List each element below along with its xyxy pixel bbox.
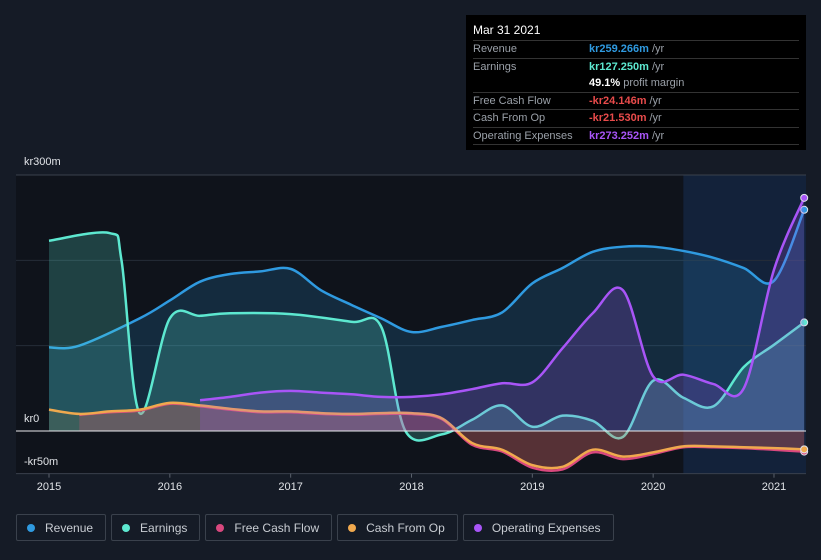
tooltip-value: -kr24.146m [589, 94, 647, 107]
legend-dot-icon [216, 523, 225, 532]
legend-label: Cash From Op [366, 520, 445, 535]
y-tick-label: kr0 [24, 413, 40, 425]
tooltip-unit: profit margin [623, 77, 685, 89]
tooltip-row: Cash From Op -kr21.530m/yr [473, 110, 799, 128]
legend-item-revenue[interactable]: Revenue [16, 514, 107, 541]
tooltip-label: Earnings [473, 60, 517, 73]
legend-item-operating-expenses[interactable]: Operating Expenses [462, 514, 614, 541]
x-tick-label: 2018 [399, 481, 424, 493]
legend-label: Operating Expenses [491, 520, 601, 535]
legend-dot-icon [122, 523, 131, 532]
x-tick-label: 2020 [640, 481, 666, 493]
tooltip-label: Operating Expenses [473, 129, 573, 142]
x-tick-label: 2015 [36, 481, 62, 493]
legend-item-cash-from-op[interactable]: Cash From Op [337, 514, 458, 541]
tooltip-unit: /yr [649, 112, 662, 124]
legend-item-earnings[interactable]: Earnings [111, 514, 201, 541]
tooltip-row: Free Cash Flow -kr24.146m/yr [473, 93, 799, 110]
legend-label: Free Cash Flow [234, 520, 320, 535]
legend-label: Earnings [140, 520, 188, 535]
tooltip-value: kr259.266m [589, 43, 649, 55]
cash-from-op-end-marker [800, 445, 809, 454]
tooltip-row: Operating Expenses kr273.252m/yr [473, 128, 799, 145]
tooltip-date: Mar 31 2021 [473, 23, 799, 41]
x-tick-label: 2016 [157, 481, 183, 493]
tooltip-row: Revenue kr259.266m/yr [473, 41, 799, 59]
tooltip-value: kr127.250m [589, 60, 649, 73]
tooltip-unit: /yr [649, 94, 662, 107]
legend-dot-icon [473, 523, 482, 532]
x-tick-label: 2021 [761, 481, 787, 493]
x-tick-label: 2017 [278, 481, 303, 493]
tooltip-label: Revenue [473, 43, 518, 55]
tooltip-label: Cash From Op [473, 112, 546, 124]
tooltip-value: 49.1% [589, 77, 621, 89]
tooltip-unit: /yr [651, 129, 665, 142]
legend-label: Revenue [45, 520, 94, 535]
tooltip-value: kr273.252m [589, 129, 649, 142]
tooltip-row: Earnings kr127.250m/yr [473, 59, 799, 76]
tooltip-value: -kr21.530m [589, 112, 647, 124]
tooltip-label [473, 75, 589, 92]
operating-expenses-end-marker [800, 193, 809, 202]
tooltip-unit: /yr [651, 60, 665, 73]
legend: Revenue Earnings Free Cash Flow Cash From O… [16, 514, 614, 541]
legend-dot-icon [348, 523, 357, 532]
y-tick-label: kr300m [24, 156, 61, 168]
tooltip-unit: /yr [651, 43, 665, 55]
tooltip-label: Free Cash Flow [473, 94, 551, 107]
legend-dot-icon [27, 523, 35, 532]
y-tick-label: -kr50m [24, 456, 59, 468]
x-tick-label: 2019 [520, 481, 545, 493]
tooltip-row: 49.1% profit margin [473, 75, 799, 93]
legend-item-free-cash-flow[interactable]: Free Cash Flow [205, 514, 333, 541]
tooltip: Mar 31 2021 Revenue kr259.266m/yr Earnings… [466, 15, 806, 150]
